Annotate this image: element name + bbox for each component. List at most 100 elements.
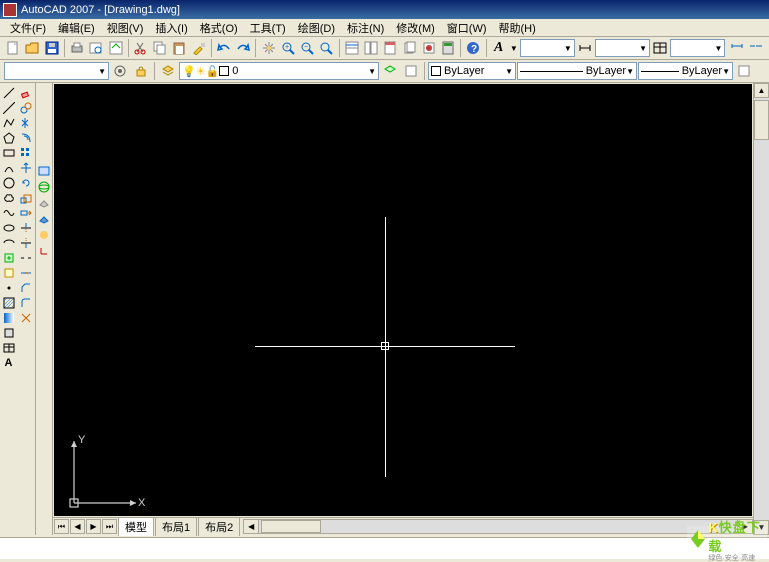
- 3d-orbit-icon[interactable]: [36, 179, 51, 194]
- ellipse-icon[interactable]: [0, 220, 17, 235]
- join-icon[interactable]: [17, 265, 34, 280]
- tab-last-icon[interactable]: ⏭: [102, 519, 117, 534]
- paste-icon[interactable]: [170, 38, 188, 58]
- tablestyle-icon[interactable]: [651, 38, 669, 58]
- stretch-icon[interactable]: [17, 205, 34, 220]
- makeblock-icon[interactable]: [0, 265, 17, 280]
- ucs-icon[interactable]: [36, 243, 51, 258]
- menu-draw[interactable]: 绘图(D): [292, 19, 341, 37]
- gradient-icon[interactable]: [0, 310, 17, 325]
- properties-icon[interactable]: [343, 38, 361, 58]
- zoom-window-icon[interactable]: −: [298, 38, 316, 58]
- region-icon[interactable]: [0, 325, 17, 340]
- dimstyle-icon[interactable]: [576, 38, 594, 58]
- mirror-icon[interactable]: [17, 115, 34, 130]
- markup-icon[interactable]: [420, 38, 438, 58]
- insertblock-icon[interactable]: [0, 250, 17, 265]
- color-select[interactable]: ByLayer ▼: [428, 62, 516, 80]
- dim-linear-icon[interactable]: [727, 38, 745, 58]
- menu-dim[interactable]: 标注(N): [341, 19, 390, 37]
- design-center-icon[interactable]: [362, 38, 380, 58]
- tab-model[interactable]: 模型: [118, 517, 154, 536]
- copy-icon[interactable]: [151, 38, 169, 58]
- fillet-icon[interactable]: [17, 295, 34, 310]
- layer-manager-icon[interactable]: [158, 61, 178, 81]
- line-icon[interactable]: [0, 85, 17, 100]
- hatch-icon[interactable]: [0, 295, 17, 310]
- menu-tools[interactable]: 工具(T): [244, 19, 292, 37]
- command-line[interactable]: [0, 537, 769, 559]
- named-views-icon[interactable]: [36, 163, 51, 178]
- tab-first-icon[interactable]: ⏮: [54, 519, 69, 534]
- workspace-select[interactable]: ▼: [4, 62, 109, 80]
- scale-icon[interactable]: [17, 190, 34, 205]
- trim-icon[interactable]: [17, 220, 34, 235]
- ellipsearc-icon[interactable]: [0, 235, 17, 250]
- render-icon[interactable]: [36, 227, 51, 242]
- offset-icon[interactable]: [17, 130, 34, 145]
- textstyle-icon[interactable]: A: [490, 38, 508, 58]
- zoom-previous-icon[interactable]: [317, 38, 335, 58]
- tablestyle-select[interactable]: ▼: [670, 39, 725, 57]
- linetype-select[interactable]: ByLayer ▼: [517, 62, 637, 80]
- vertical-scrollbar[interactable]: ▲ ▼: [753, 83, 769, 535]
- layer-states-icon[interactable]: [401, 61, 421, 81]
- menu-window[interactable]: 窗口(W): [441, 19, 493, 37]
- undo-icon[interactable]: [215, 38, 233, 58]
- vscroll-up-icon[interactable]: ▲: [754, 83, 769, 98]
- matchprop-icon[interactable]: [190, 38, 208, 58]
- tool-palettes-icon[interactable]: [381, 38, 399, 58]
- quickcalc-icon[interactable]: [439, 38, 457, 58]
- array-icon[interactable]: [17, 145, 34, 160]
- point-icon[interactable]: [0, 280, 17, 295]
- revcloud-icon[interactable]: [0, 190, 17, 205]
- drawing-canvas[interactable]: Y X: [54, 84, 752, 516]
- mtext-icon[interactable]: A: [0, 355, 17, 370]
- tab-prev-icon[interactable]: ◀: [70, 519, 85, 534]
- spline-icon[interactable]: [0, 205, 17, 220]
- open-icon[interactable]: [23, 38, 41, 58]
- hscroll-thumb[interactable]: [261, 520, 321, 533]
- dim-continue-icon[interactable]: [747, 38, 765, 58]
- textstyle-drop-icon[interactable]: ▼: [509, 38, 519, 58]
- pan-icon[interactable]: [259, 38, 277, 58]
- extend-icon[interactable]: [17, 235, 34, 250]
- table-icon[interactable]: [0, 340, 17, 355]
- move-icon[interactable]: [17, 160, 34, 175]
- lineweight-select[interactable]: ByLayer ▼: [638, 62, 733, 80]
- chamfer-icon[interactable]: [17, 280, 34, 295]
- circle-icon[interactable]: [0, 175, 17, 190]
- textstyle-select[interactable]: ▼: [520, 39, 575, 57]
- shade-icon[interactable]: [36, 211, 51, 226]
- rotate-icon[interactable]: [17, 175, 34, 190]
- rectangle-icon[interactable]: [0, 145, 17, 160]
- explode-icon[interactable]: [17, 310, 34, 325]
- arc-icon[interactable]: [0, 160, 17, 175]
- break-icon[interactable]: [17, 250, 34, 265]
- pline-icon[interactable]: [0, 115, 17, 130]
- menu-insert[interactable]: 插入(I): [149, 19, 193, 37]
- zoom-realtime-icon[interactable]: +: [279, 38, 297, 58]
- print-icon[interactable]: [68, 38, 86, 58]
- workspace-settings-icon[interactable]: [110, 61, 130, 81]
- copy-obj-icon[interactable]: [17, 100, 34, 115]
- help-icon[interactable]: ?: [464, 38, 482, 58]
- tab-next-icon[interactable]: ▶: [86, 519, 101, 534]
- polygon-icon[interactable]: [0, 130, 17, 145]
- layer-previous-icon[interactable]: [380, 61, 400, 81]
- hide-icon[interactable]: [36, 195, 51, 210]
- plotstyle-icon[interactable]: [734, 61, 754, 81]
- tab-layout2[interactable]: 布局2: [198, 517, 240, 536]
- menu-modify[interactable]: 修改(M): [390, 19, 441, 37]
- menu-edit[interactable]: 编辑(E): [52, 19, 101, 37]
- xline-icon[interactable]: [0, 100, 17, 115]
- vscroll-thumb[interactable]: [754, 100, 769, 140]
- tab-layout1[interactable]: 布局1: [155, 517, 197, 536]
- publish-icon[interactable]: [106, 38, 124, 58]
- menu-help[interactable]: 帮助(H): [493, 19, 542, 37]
- horizontal-scrollbar[interactable]: ◀ ▶: [243, 519, 753, 534]
- sheet-set-icon[interactable]: [400, 38, 418, 58]
- workspace-lock-icon[interactable]: [131, 61, 151, 81]
- redo-icon[interactable]: [234, 38, 252, 58]
- save-icon[interactable]: [43, 38, 61, 58]
